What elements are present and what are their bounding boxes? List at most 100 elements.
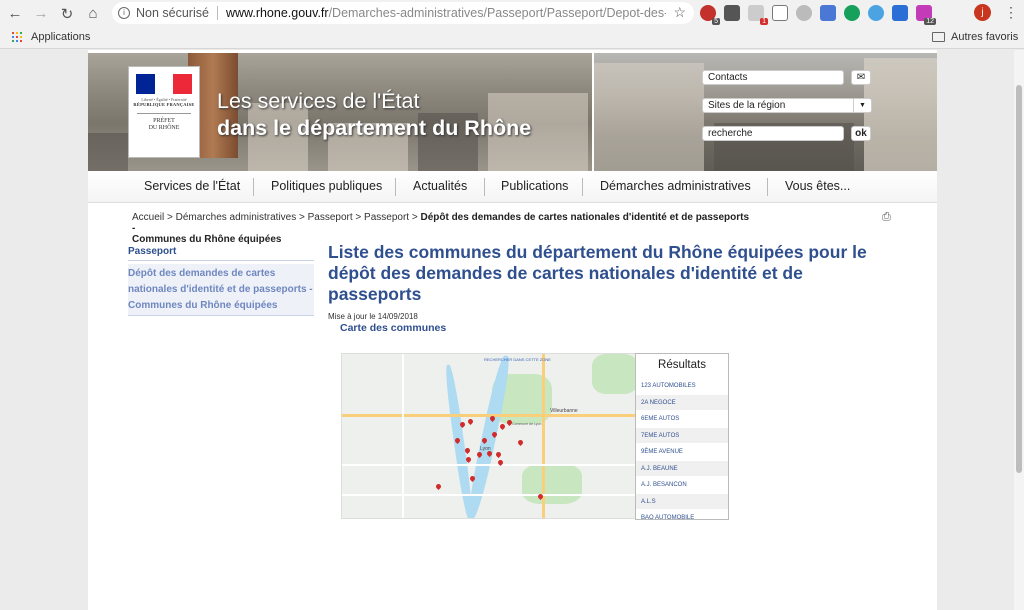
banner-title-line2: dans le département du Rhône bbox=[217, 116, 532, 140]
map-road bbox=[342, 494, 636, 496]
security-indicator[interactable]: i Non sécurisé bbox=[118, 6, 209, 20]
mail-icon[interactable]: ✉ bbox=[851, 70, 871, 85]
french-flag-icon bbox=[136, 74, 192, 94]
nav-item-services[interactable]: Services de l'État bbox=[144, 179, 240, 193]
breadcrumb-trail[interactable]: Accueil > Démarches administratives > Pa… bbox=[132, 212, 420, 223]
abp-extension-icon[interactable]: 5 bbox=[700, 5, 720, 25]
contacts-link[interactable]: Contacts bbox=[702, 70, 844, 85]
sidebar-item-line3: Communes du Rhône équipées bbox=[128, 300, 278, 311]
lastpass-extension-icon[interactable]: 1 bbox=[748, 5, 768, 25]
reload-icon[interactable]: ↻ bbox=[56, 3, 78, 25]
extension-badge: 12 bbox=[924, 18, 936, 25]
map-heading: Carte des communes bbox=[340, 322, 447, 334]
folder-icon bbox=[932, 32, 945, 42]
search-input[interactable]: recherche bbox=[702, 126, 844, 141]
bookmark-star-icon[interactable]: ☆ bbox=[673, 4, 686, 21]
result-item[interactable]: A.L.S bbox=[636, 492, 728, 509]
chevron-down-icon[interactable]: ▼ bbox=[853, 98, 871, 113]
map-pin[interactable] bbox=[494, 450, 503, 459]
mail-extension-icon[interactable]: 12 bbox=[916, 5, 936, 25]
bookmarks-bar: Applications Autres favoris bbox=[0, 27, 1024, 49]
apps-label: Applications bbox=[31, 31, 91, 43]
nav-item-politiques[interactable]: Politiques publiques bbox=[271, 179, 382, 193]
extension-badge: 5 bbox=[712, 18, 720, 25]
sidebar-item-line2: nationales d'identité et de passeports - bbox=[128, 284, 313, 295]
info-icon: i bbox=[118, 7, 130, 19]
building-shape bbox=[88, 133, 128, 171]
result-item[interactable]: 6EME AUTOS bbox=[636, 410, 728, 427]
result-item[interactable]: A.J. BEAUNE bbox=[636, 459, 728, 476]
sidebar-title[interactable]: Passeport bbox=[128, 246, 176, 257]
compass-extension-icon[interactable] bbox=[868, 5, 884, 21]
page-scrollbar[interactable] bbox=[1014, 50, 1024, 610]
map-pin[interactable] bbox=[466, 417, 475, 426]
address-bar[interactable]: i Non sécurisé www.rhone.gouv.fr/Demarche… bbox=[112, 2, 694, 24]
nav-item-vous-etes[interactable]: Vous êtes... bbox=[785, 179, 850, 193]
nav-item-demarches[interactable]: Démarches administratives bbox=[600, 179, 751, 193]
sites-region-select[interactable]: Sites de la région ▼ bbox=[702, 98, 872, 113]
nav-separator bbox=[253, 178, 254, 196]
nav-separator bbox=[582, 178, 583, 196]
extension-badge: 1 bbox=[760, 18, 768, 25]
map-label-commune: Commune de Lyon bbox=[512, 422, 542, 426]
extensions-bar: 5 1 12 bbox=[700, 3, 940, 25]
page-title-line1: Liste des communes du département du Rhô… bbox=[328, 242, 867, 262]
document-extension-icon[interactable] bbox=[772, 5, 788, 21]
map-road bbox=[342, 464, 636, 466]
profile-avatar[interactable]: j bbox=[974, 4, 991, 21]
apps-grid-icon bbox=[12, 32, 22, 42]
apps-shortcut[interactable]: Applications bbox=[12, 31, 90, 43]
banner-title-line1: Les services de l'État bbox=[217, 89, 420, 113]
sites-region-label: Sites de la région bbox=[708, 100, 786, 111]
home-icon[interactable]: ⌂ bbox=[82, 3, 104, 25]
page-title-line2: dépôt des demandes de cartes nationales … bbox=[328, 263, 803, 283]
result-item[interactable]: A.J. BESANCON bbox=[636, 476, 728, 493]
search-ok-button[interactable]: ok bbox=[851, 126, 871, 141]
result-item[interactable]: 9ÈME AVENUE bbox=[636, 443, 728, 460]
url-domain: www.rhone.gouv.fr bbox=[225, 6, 329, 20]
map-pin[interactable] bbox=[434, 482, 443, 491]
scrollbar-thumb[interactable] bbox=[1016, 85, 1022, 473]
communes-map[interactable]: RECHERCHER DANS CETTE ZONE Villeurbanne … bbox=[341, 353, 637, 519]
map-search-zone[interactable]: RECHERCHER DANS CETTE ZONE bbox=[484, 357, 551, 362]
forward-arrow-icon[interactable]: → bbox=[30, 3, 52, 25]
sidebar-divider bbox=[128, 260, 314, 261]
cloud-extension-icon[interactable] bbox=[796, 5, 812, 21]
url-text[interactable]: www.rhone.gouv.fr/Demarches-administrati… bbox=[226, 6, 666, 20]
sidebar-item-depot[interactable]: Dépôt des demandes de cartes nationales … bbox=[128, 264, 314, 316]
site-banner: Liberté • Égalité • Fraternité RÉPUBLIQU… bbox=[88, 53, 937, 171]
map-pin[interactable] bbox=[516, 438, 525, 447]
result-item[interactable]: BAO AUTOMOBILE bbox=[636, 509, 728, 519]
url-path: /Demarches-administratives/Passeport/Pas… bbox=[328, 6, 666, 20]
grammarly-extension-icon[interactable] bbox=[844, 5, 860, 21]
logo-divider bbox=[137, 113, 191, 114]
back-arrow-icon[interactable]: ← bbox=[4, 3, 26, 25]
building-shape bbox=[594, 63, 704, 171]
result-item[interactable]: 123 AUTOMOBILES bbox=[636, 377, 728, 394]
results-title: Résultats bbox=[658, 359, 706, 371]
result-item[interactable]: 2A NEGOCE bbox=[636, 393, 728, 410]
nav-separator bbox=[484, 178, 485, 196]
security-text: Non sécurisé bbox=[136, 6, 209, 20]
pocket-extension-icon[interactable] bbox=[724, 5, 740, 21]
flag-republic: RÉPUBLIQUE FRANÇAISE bbox=[133, 102, 195, 107]
prefet-line2: DU RHÔNE bbox=[148, 125, 180, 131]
print-icon[interactable]: ⎙ bbox=[882, 212, 893, 223]
page-title-line3: passeports bbox=[328, 284, 422, 304]
web-page: Liberté • Égalité • Fraternité RÉPUBLIQU… bbox=[88, 50, 937, 610]
result-item[interactable]: 7EME AUTOS bbox=[636, 426, 728, 443]
translate-extension-icon[interactable] bbox=[820, 5, 836, 21]
sidebar-divider bbox=[128, 315, 314, 316]
browser-menu-icon[interactable]: ⋮ bbox=[1004, 5, 1018, 19]
nav-item-publications[interactable]: Publications bbox=[501, 179, 568, 193]
main-nav: Services de l'État Politiques publiques … bbox=[88, 171, 937, 203]
marianne-logo[interactable]: Liberté • Égalité • Fraternité RÉPUBLIQU… bbox=[128, 66, 200, 158]
sidebar-item-line1: Dépôt des demandes de cartes bbox=[128, 268, 276, 279]
breadcrumb: Accueil > Démarches administratives > Pa… bbox=[132, 212, 752, 245]
other-bookmarks[interactable]: Autres favoris bbox=[932, 31, 1018, 43]
page-title: Liste des communes du département du Rhô… bbox=[328, 242, 888, 305]
map-park bbox=[592, 354, 636, 394]
pen-extension-icon[interactable] bbox=[892, 5, 908, 21]
nav-item-actualites[interactable]: Actualités bbox=[413, 179, 467, 193]
map-pin[interactable] bbox=[498, 422, 507, 431]
